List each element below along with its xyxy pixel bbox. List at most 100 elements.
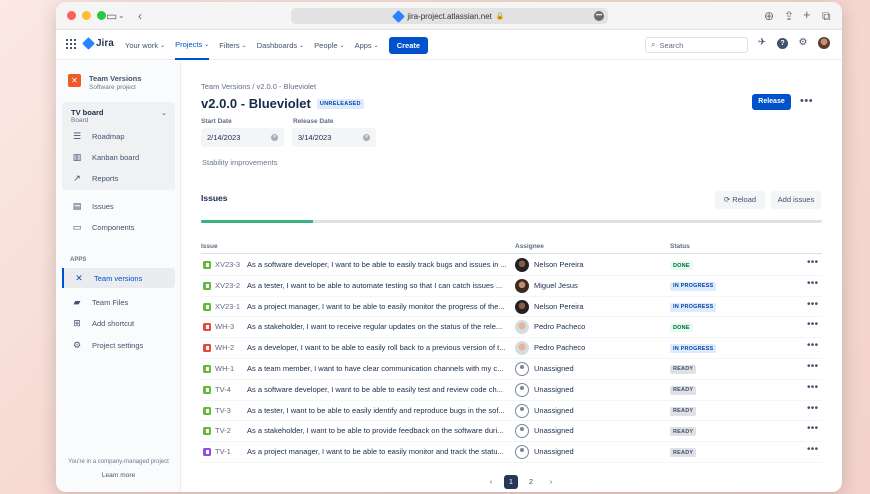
tabs-overview-icon[interactable]: ⧉ <box>822 9 831 23</box>
issue-summary[interactable]: As a project manager, I want to be able … <box>247 447 507 456</box>
help-icon[interactable]: ? <box>777 37 788 49</box>
sidebar-item-team-files[interactable]: ▰ Team Files <box>72 294 176 310</box>
clear-icon[interactable]: ✕ <box>363 134 370 141</box>
row-more-icon[interactable]: ••• <box>807 340 818 351</box>
issue-key[interactable]: WH-2 <box>215 343 234 352</box>
nav-apps[interactable]: Apps ⌄ <box>355 30 379 60</box>
search-input[interactable]: ⌕ Search <box>645 37 748 53</box>
sidebar-item-components[interactable]: ▭ Components <box>72 219 176 235</box>
gear-icon[interactable]: ⚙ <box>797 37 809 49</box>
issue-key[interactable]: TV-3 <box>215 406 231 415</box>
status-badge[interactable]: DONE <box>670 323 693 333</box>
nav-people[interactable]: People ⌄ <box>314 30 344 60</box>
sidebar-item-project-settings[interactable]: ⚙ Project settings <box>72 337 176 353</box>
table-row[interactable]: XV23-3 As a software developer, I want to… <box>201 255 822 276</box>
table-row[interactable]: TV-1 As a project manager, I want to be a… <box>201 442 822 463</box>
table-row[interactable]: TV-4 As a software developer, I want to b… <box>201 380 822 401</box>
row-more-icon[interactable]: ••• <box>807 299 818 310</box>
issue-summary[interactable]: As a tester, I want to be able to automa… <box>247 281 507 290</box>
app-switcher-icon[interactable] <box>66 39 76 49</box>
row-more-icon[interactable]: ••• <box>807 361 818 372</box>
row-more-icon[interactable]: ••• <box>807 423 818 434</box>
issue-key[interactable]: TV-2 <box>215 426 231 435</box>
issue-key[interactable]: XV23-3 <box>215 260 240 269</box>
release-date-field[interactable]: 3/14/2023 ✕ <box>292 128 376 147</box>
issue-key[interactable]: TV-1 <box>215 447 231 456</box>
issue-key[interactable]: XV23-2 <box>215 281 240 290</box>
nav-projects[interactable]: Projects ⌄ <box>175 30 210 60</box>
page-2[interactable]: 2 <box>524 475 538 489</box>
table-row[interactable]: XV23-1 As a project manager, I want to be… <box>201 297 822 318</box>
status-badge[interactable]: DONE <box>670 261 693 270</box>
sidebar-item-roadmap[interactable]: ☰ Roadmap <box>72 128 176 144</box>
version-description[interactable]: Stability improvements <box>202 158 277 167</box>
table-row[interactable]: WH-2 As a developer, I want to be able to… <box>201 338 822 359</box>
issue-summary[interactable]: As a stakeholder, I want to be able to p… <box>247 426 507 435</box>
issue-summary[interactable]: As a project manager, I want to be able … <box>247 302 507 311</box>
minimize-window-button[interactable] <box>82 11 91 20</box>
row-more-icon[interactable]: ••• <box>807 278 818 289</box>
jira-logo[interactable]: Jira <box>82 37 114 50</box>
create-button[interactable]: Create <box>388 36 429 54</box>
issue-key[interactable]: WH-3 <box>215 322 234 331</box>
back-icon[interactable]: ‹ <box>138 9 142 23</box>
sidebar-item-issues[interactable]: ▤ Issues <box>72 198 176 214</box>
clear-icon[interactable]: ✕ <box>271 134 278 141</box>
status-badge[interactable]: IN PROGRESS <box>670 281 717 291</box>
table-row[interactable]: WH-1 As a team member, I want to have cle… <box>201 359 822 380</box>
nav-dashboards[interactable]: Dashboards ⌄ <box>257 30 304 60</box>
reload-button[interactable]: ⟳ Reload <box>715 191 765 209</box>
share-icon[interactable]: ⇪ <box>784 9 794 23</box>
chevron-down-icon[interactable]: ⌄ <box>118 9 125 23</box>
status-badge[interactable]: READY <box>670 406 697 416</box>
issue-summary[interactable]: As a tester, I want to be able to easily… <box>247 406 507 415</box>
row-more-icon[interactable]: ••• <box>807 382 818 393</box>
issue-key[interactable]: XV23-1 <box>215 302 240 311</box>
next-page-icon[interactable]: › <box>544 475 558 489</box>
issue-key[interactable]: WH-1 <box>215 364 234 373</box>
status-badge[interactable]: READY <box>670 448 697 458</box>
start-date-field[interactable]: 2/14/2023 ✕ <box>201 128 284 147</box>
page-1[interactable]: 1 <box>504 475 518 489</box>
status-badge[interactable]: IN PROGRESS <box>670 344 717 354</box>
sidebar-toggle-icon[interactable]: ▭ <box>106 9 117 23</box>
table-row[interactable]: TV-3 As a tester, I want to be able to ea… <box>201 401 822 422</box>
download-icon[interactable]: ⊕ <box>764 9 774 23</box>
chevron-down-icon[interactable]: ⌄ <box>161 109 167 117</box>
sidebar-item-reports[interactable]: ↗ Reports <box>72 170 176 186</box>
release-button[interactable]: Release <box>752 94 791 110</box>
row-more-icon[interactable]: ••• <box>807 403 818 414</box>
status-badge[interactable]: READY <box>670 364 697 374</box>
table-row[interactable]: TV-2 As a stakeholder, I want to be able … <box>201 421 822 443</box>
nav-filters[interactable]: Filters ⌄ <box>219 30 246 60</box>
sidebar-item-team-versions[interactable]: ✕ Team versions <box>62 268 175 288</box>
learn-more-link[interactable]: Learn more <box>56 472 181 479</box>
more-actions-icon[interactable]: ••• <box>800 95 813 107</box>
issue-summary[interactable]: As a software developer, I want to be ab… <box>247 385 507 394</box>
prev-page-icon[interactable]: ‹ <box>484 475 498 489</box>
maximize-window-button[interactable] <box>97 11 106 20</box>
sidebar-item-kanban-board[interactable]: ▥ Kanban board <box>72 149 176 165</box>
breadcrumb[interactable]: Team Versions / v2.0.0 - Blueviolet <box>201 82 316 91</box>
address-bar[interactable]: jira-project.atlassian.net 🔒 ••• <box>291 8 608 24</box>
user-avatar[interactable] <box>818 37 830 49</box>
row-more-icon[interactable]: ••• <box>807 319 818 330</box>
close-window-button[interactable] <box>67 11 76 20</box>
add-issues-button[interactable]: Add issues <box>771 191 821 209</box>
status-badge[interactable]: READY <box>670 427 697 437</box>
issue-summary[interactable]: As a developer, I want to be able to eas… <box>247 343 507 352</box>
table-row[interactable]: WH-3 As a stakeholder, I want to receive … <box>201 317 822 339</box>
issue-key[interactable]: TV-4 <box>215 385 231 394</box>
issue-summary[interactable]: As a stakeholder, I want to receive regu… <box>247 322 507 331</box>
table-row[interactable]: XV23-2 As a tester, I want to be able to … <box>201 276 822 297</box>
issue-summary[interactable]: As a software developer, I want to be ab… <box>247 260 507 269</box>
status-badge[interactable]: READY <box>670 385 697 395</box>
board-title[interactable]: TV board <box>71 108 104 117</box>
row-more-icon[interactable]: ••• <box>807 257 818 268</box>
project-header[interactable]: ✕ Team Versions Software project <box>68 74 141 91</box>
issue-summary[interactable]: As a team member, I want to have clear c… <box>247 364 507 373</box>
new-tab-icon[interactable]: + <box>803 8 811 22</box>
more-icon[interactable]: ••• <box>594 11 604 21</box>
nav-your-work[interactable]: Your work ⌄ <box>125 30 165 60</box>
row-more-icon[interactable]: ••• <box>807 444 818 455</box>
